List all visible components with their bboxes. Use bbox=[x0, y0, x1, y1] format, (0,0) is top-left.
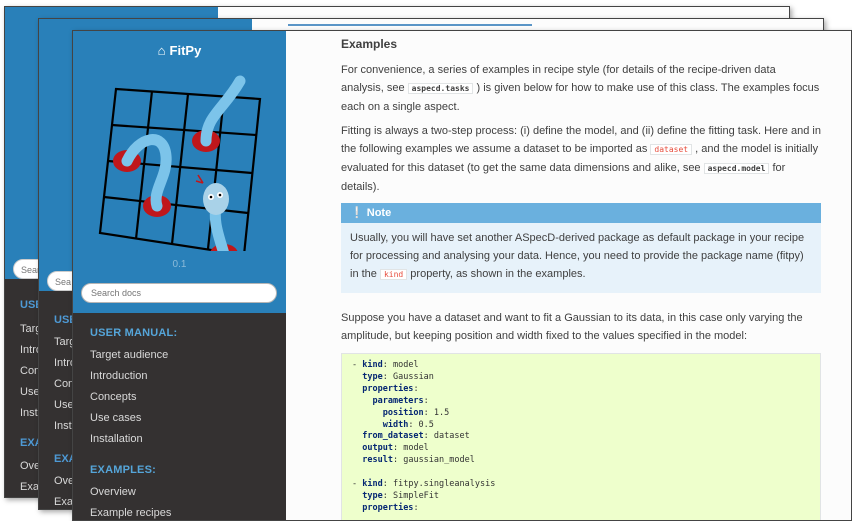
note-admonition: ❕ Note Usually, you will have set anothe… bbox=[341, 203, 821, 293]
code-key: properties bbox=[362, 383, 414, 394]
sidebar-item-introduction[interactable]: Introduction bbox=[90, 370, 147, 382]
info-icon: ❕ bbox=[350, 207, 364, 219]
code-line: properties: bbox=[362, 502, 419, 513]
code-key: kind bbox=[362, 479, 383, 490]
caption-user-manual: USER MANUAL: bbox=[90, 327, 178, 339]
code-key: output bbox=[362, 443, 393, 454]
code-line: type: SimpleFit bbox=[362, 490, 440, 501]
note-body: Usually, you will have set another ASpec… bbox=[341, 223, 821, 290]
code-dataset: dataset bbox=[650, 144, 693, 155]
code-key: type bbox=[362, 371, 383, 382]
sidebar-item-target-audience[interactable]: Target audience bbox=[90, 349, 168, 361]
code-line: result: gaussian_model bbox=[362, 455, 475, 466]
code-key: from_dataset bbox=[362, 431, 424, 442]
stack2-highlight-line bbox=[288, 24, 532, 26]
code-line: width: 0.5 bbox=[382, 419, 434, 430]
code-key: type bbox=[362, 490, 383, 501]
code-kind: kind bbox=[379, 269, 408, 280]
code-line: - kind: fitpy.singleanalysis bbox=[352, 479, 496, 490]
paragraph-intro: For convenience, a series of examples in… bbox=[341, 61, 821, 116]
brand-name: FitPy bbox=[169, 43, 202, 58]
sidebar-item-installation[interactable]: Installation bbox=[90, 433, 143, 445]
code-block: - kind: model type: Gaussian properties:… bbox=[341, 353, 821, 520]
version-label: 0.1 bbox=[172, 259, 187, 270]
code-key: kind bbox=[362, 360, 383, 370]
code-line: output: model bbox=[362, 443, 429, 454]
main-window: ⌂ FitPy 0.1 Search docs USER MANUAL: Tar… bbox=[72, 30, 852, 521]
code-line: position: 1.5 bbox=[382, 407, 450, 418]
link-aspecd-model[interactable]: aspecd.model bbox=[703, 163, 770, 174]
section-heading: Examples bbox=[341, 37, 398, 51]
code-line: properties: bbox=[362, 383, 419, 394]
sidebar-item-overview[interactable]: Overview bbox=[90, 486, 136, 498]
sidebar-item-example-recipes[interactable]: Example recipes bbox=[90, 507, 171, 519]
link-aspecd-tasks[interactable]: aspecd.tasks bbox=[407, 83, 474, 94]
paragraph-fitting: Fitting is always a two-step process: (i… bbox=[341, 122, 821, 196]
paragraph-gaussian: Suppose you have a dataset and want to f… bbox=[341, 312, 803, 342]
brand-link[interactable]: ⌂ FitPy bbox=[73, 43, 286, 58]
search-input[interactable] bbox=[81, 283, 277, 303]
code-key: parameters bbox=[372, 395, 424, 406]
code-line: - kind: model bbox=[352, 360, 419, 370]
code-key: width bbox=[382, 419, 409, 430]
code-key: properties bbox=[362, 502, 414, 513]
code-line: type: Gaussian bbox=[362, 371, 434, 382]
code-line: parameters: bbox=[372, 395, 429, 406]
sidebar-item-use-cases[interactable]: Use cases bbox=[90, 412, 141, 424]
home-icon: ⌂ bbox=[157, 43, 166, 58]
sidebar: ⌂ FitPy 0.1 Search docs USER MANUAL: Tar… bbox=[73, 31, 286, 520]
code-key: position bbox=[382, 407, 424, 418]
code-line: from_dataset: dataset bbox=[362, 431, 470, 442]
note-header: ❕ Note bbox=[341, 203, 821, 223]
sidebar-item-concepts[interactable]: Concepts bbox=[90, 391, 136, 403]
content-area: Examples For convenience, a series of ex… bbox=[286, 31, 851, 520]
fitpy-logo bbox=[98, 75, 262, 251]
caption-examples: EXAMPLES: bbox=[90, 464, 156, 476]
stack2-item-3[interactable]: Use bbox=[54, 399, 74, 411]
note-title: Note bbox=[366, 207, 392, 219]
note-text-end: property, as shown in the examples. bbox=[407, 268, 586, 280]
code-key: result bbox=[362, 455, 393, 466]
stack1-item-3[interactable]: Use bbox=[20, 386, 40, 398]
